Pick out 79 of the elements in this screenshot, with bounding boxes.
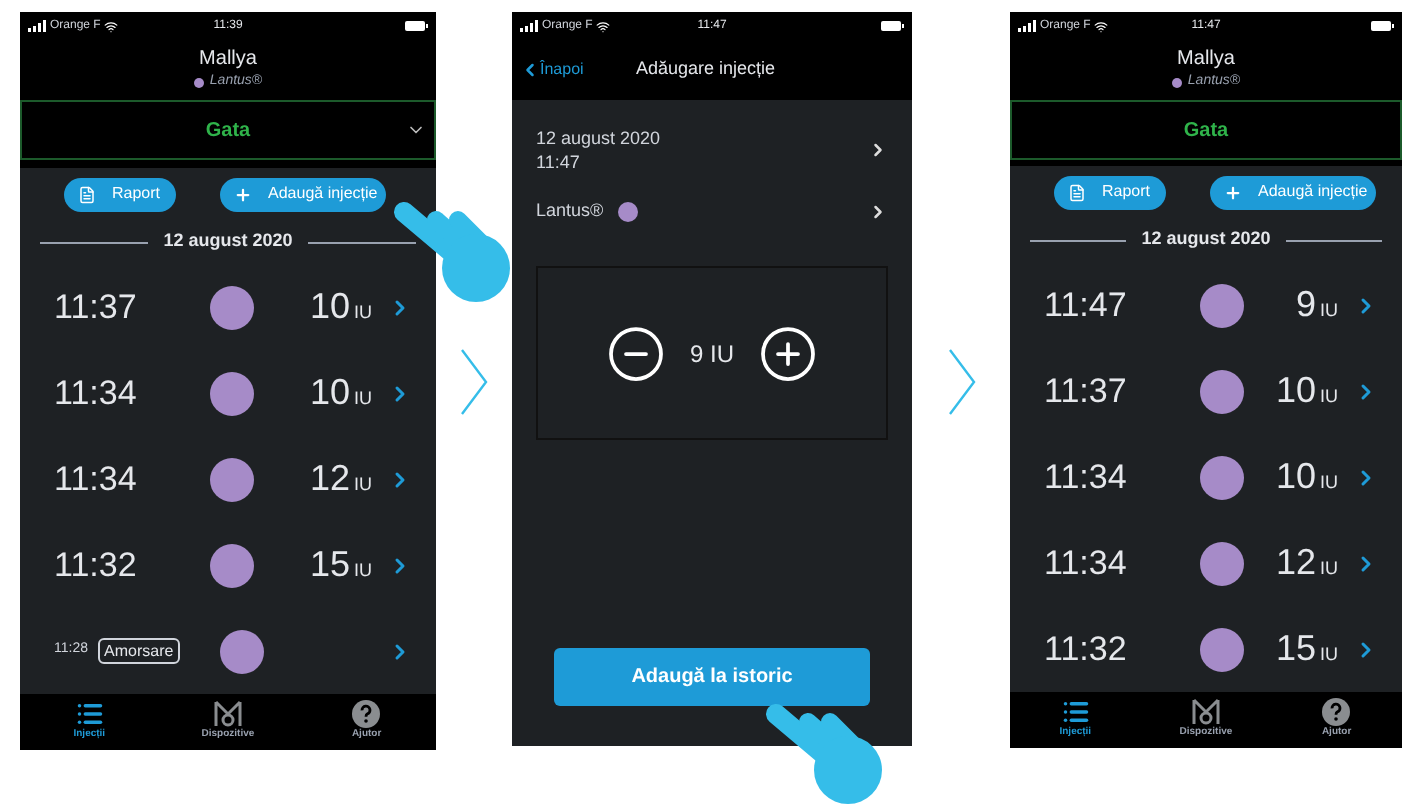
injection-time: 11:32 xyxy=(1044,627,1129,672)
dose-value: 10 xyxy=(1275,454,1316,500)
help-icon xyxy=(1322,698,1351,727)
dose-unit: IU xyxy=(354,386,372,412)
date-heading: 12 august 2020 xyxy=(1141,226,1271,253)
dose-unit: IU xyxy=(354,558,372,584)
injection-row[interactable]: 11:32 15 IU xyxy=(20,522,436,608)
chevron-right-icon xyxy=(460,347,488,415)
dose-unit: IU xyxy=(1320,642,1338,668)
chevron-right-icon xyxy=(868,140,888,160)
injection-row[interactable]: 11:34 10 IU xyxy=(1010,434,1402,520)
document-icon xyxy=(1068,183,1086,202)
dose-unit: IU xyxy=(1320,384,1338,410)
plus-button[interactable] xyxy=(758,323,818,383)
date-heading: 12 august 2020 xyxy=(163,228,293,255)
injection-time: 11:34 xyxy=(54,457,139,502)
dose-value: 10 xyxy=(1275,368,1316,414)
insulin-row[interactable]: Lantus® xyxy=(512,184,912,240)
priming-tag: Amorsare xyxy=(98,638,180,664)
user-name: Mallya xyxy=(199,48,257,72)
minus-button[interactable] xyxy=(605,323,666,383)
help-icon xyxy=(352,700,381,729)
injection-row[interactable]: 11:32 15 IU xyxy=(1010,606,1402,692)
insulin-name: Lantus® xyxy=(536,198,604,225)
battery-icon xyxy=(404,20,428,32)
document-icon xyxy=(78,185,96,203)
chevron-right-icon xyxy=(868,202,888,222)
status-dropdown[interactable]: Gata xyxy=(20,100,436,160)
injection-time: 11:47 xyxy=(536,150,582,174)
dose-value: 10 xyxy=(309,370,350,416)
injection-row[interactable]: 11:34 10 IU xyxy=(20,350,436,436)
dose-value: 12 xyxy=(1275,540,1316,586)
list-icon xyxy=(75,700,104,729)
user-name: Mallya xyxy=(1177,48,1235,72)
dose-unit: IU xyxy=(1320,470,1338,496)
back-chevron-icon xyxy=(520,60,540,80)
wifi-icon xyxy=(1094,19,1109,33)
signal-icon xyxy=(28,20,46,32)
dose-unit: IU xyxy=(354,300,372,326)
dose-unit: IU xyxy=(1320,556,1338,582)
plus-icon xyxy=(234,185,253,203)
dose-value: 9 xyxy=(1295,282,1316,328)
date-time-row[interactable]: 12 august 2020 11:47 xyxy=(512,100,912,184)
injection-time: 11:34 xyxy=(1044,541,1129,586)
hand-pointer-icon xyxy=(764,702,888,806)
battery-icon xyxy=(1370,20,1394,32)
dose-value: 12 xyxy=(309,456,350,502)
injection-row[interactable]: 11:37 10 IU xyxy=(1010,348,1402,434)
m-logo-icon xyxy=(1191,698,1220,727)
injection-row[interactable]: 11:47 9 IU xyxy=(1010,262,1402,348)
injection-time: 11:34 xyxy=(1044,455,1129,500)
list-icon xyxy=(1061,698,1090,727)
dose-value: 10 xyxy=(309,284,350,330)
injection-row[interactable]: 11:34 12 IU xyxy=(1010,520,1402,606)
back-link[interactable]: Înapoi xyxy=(520,58,584,82)
dose-unit: IU xyxy=(1320,298,1338,324)
dose-value: 9 IU xyxy=(689,337,734,371)
injection-date: 12 august 2020 xyxy=(536,126,663,150)
plus-icon xyxy=(1224,183,1243,202)
wifi-icon xyxy=(104,19,119,33)
screen-title: Adăugare injecție xyxy=(636,56,776,83)
dose-value: 15 xyxy=(1275,626,1316,672)
battery-icon xyxy=(880,20,904,32)
injection-row[interactable]: 11:37 10 IU xyxy=(20,264,436,350)
injection-time: 11:32 xyxy=(54,543,139,588)
signal-icon xyxy=(1018,20,1036,32)
injection-time: 11:37 xyxy=(1044,369,1129,414)
wifi-icon xyxy=(596,19,611,33)
hand-pointer-icon xyxy=(392,200,516,304)
dose-unit: IU xyxy=(354,472,372,498)
m-logo-icon xyxy=(213,700,242,729)
injection-time: 11:47 xyxy=(1044,283,1129,328)
injection-time: 11:37 xyxy=(54,285,139,330)
status-dropdown[interactable]: Gata xyxy=(1010,100,1402,160)
chevron-right-icon xyxy=(947,347,975,415)
injection-row[interactable]: 11:34 12 IU xyxy=(20,436,436,522)
dose-value: 15 xyxy=(309,542,350,588)
signal-icon xyxy=(520,20,538,32)
injection-time: 11:34 xyxy=(54,371,139,416)
